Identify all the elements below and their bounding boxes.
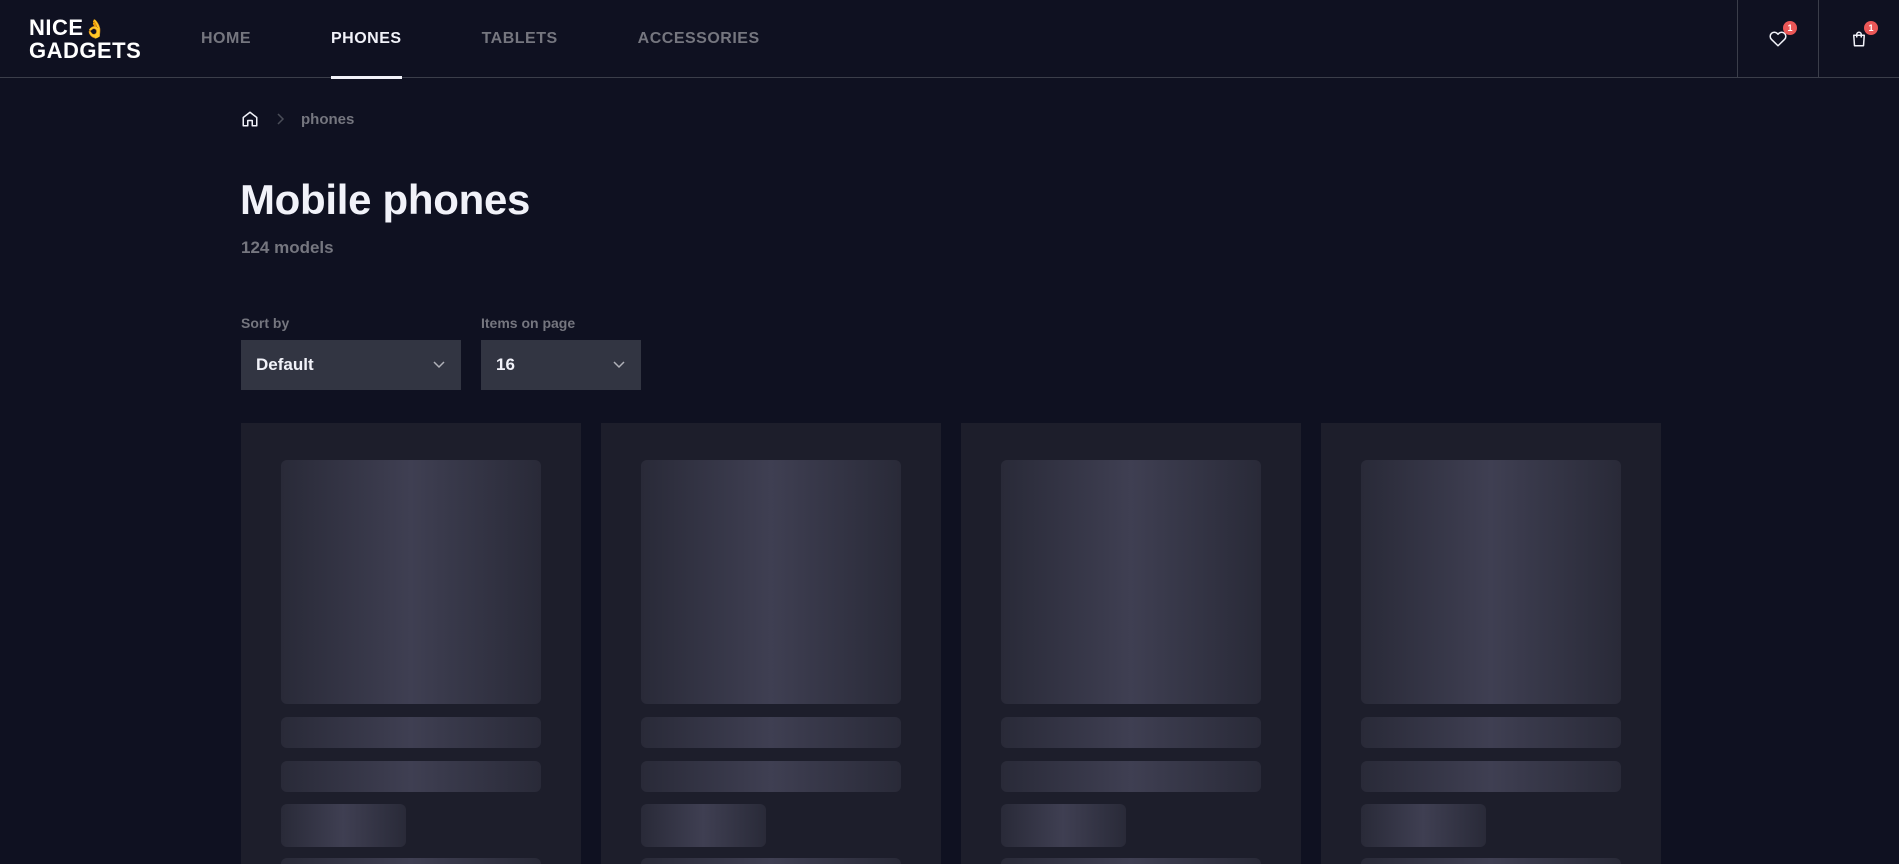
breadcrumb: phones [241,109,354,129]
skeleton-line [1361,717,1621,748]
skeleton-line [641,858,901,864]
home-icon[interactable] [241,110,259,128]
skeleton-image [1361,460,1621,704]
nav-home[interactable]: HOME [201,0,251,78]
header-actions: 1 1 [1737,0,1899,78]
cart-count-badge: 1 [1864,21,1878,35]
sort-by-value: Default [256,355,314,374]
items-per-page-group: Items on page 16 [481,315,641,390]
breadcrumb-current: phones [301,110,355,128]
items-per-page-value: 16 [496,355,515,374]
ok-hand-icon: 👌 [83,19,107,39]
product-card-skeleton [961,423,1301,864]
site-header: NICE👌 GADGETS HOME PHONES TABLETS ACCESS… [0,0,1899,79]
skeleton-image [1001,460,1261,704]
skeleton-price [281,804,406,847]
skeleton-price [641,804,766,847]
cart-button[interactable]: 1 [1818,0,1899,78]
skeleton-line [1001,761,1261,792]
chevron-right-icon [277,113,285,125]
skeleton-line [641,717,901,748]
items-per-page-label: Items on page [481,315,576,331]
chevron-down-icon [433,361,445,369]
product-grid [241,423,1661,864]
skeleton-line [641,761,901,792]
skeleton-line [1001,858,1261,864]
nav-tablets[interactable]: TABLETS [482,0,558,78]
skeleton-price [1001,804,1126,847]
skeleton-image [281,460,541,704]
skeleton-line [1361,761,1621,792]
favorites-button[interactable]: 1 [1737,0,1818,78]
page-title: Mobile phones [240,176,531,223]
skeleton-line [281,717,541,748]
product-card-skeleton [601,423,941,864]
items-per-page-select[interactable]: 16 [481,340,641,390]
skeleton-price [1361,804,1486,847]
chevron-down-icon [613,361,625,369]
skeleton-line [1361,858,1621,864]
skeleton-image [641,460,901,704]
sort-by-label: Sort by [241,315,290,331]
nav-phones[interactable]: PHONES [331,0,402,79]
skeleton-line [281,858,541,864]
skeleton-line [1001,717,1261,748]
skeleton-line [281,761,541,792]
nav-accessories[interactable]: ACCESSORIES [638,0,760,78]
product-card-skeleton [241,423,581,864]
product-card-skeleton [1321,423,1661,864]
brand-logo[interactable]: NICE👌 GADGETS [29,17,141,62]
main-nav: HOME PHONES TABLETS ACCESSORIES [201,0,840,79]
models-count: 124 models [241,238,334,257]
sort-by-group: Sort by Default [241,315,461,390]
sort-by-select[interactable]: Default [241,340,461,390]
favorites-count-badge: 1 [1783,21,1797,35]
